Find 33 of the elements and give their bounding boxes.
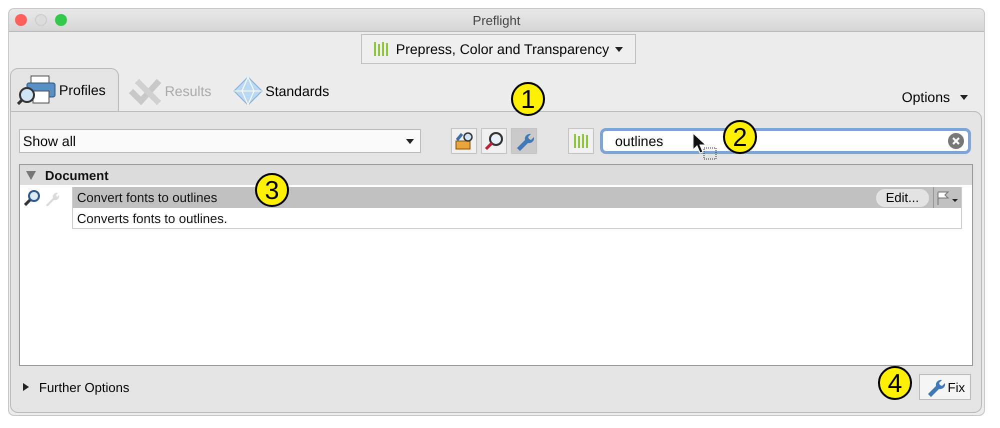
disclosure-icon bbox=[23, 383, 29, 391]
edit-button[interactable]: Edit... bbox=[876, 188, 929, 206]
cursor-icon bbox=[692, 132, 718, 160]
magnifier-icon bbox=[24, 190, 40, 206]
search-button[interactable] bbox=[481, 128, 507, 154]
toolbox-button[interactable] bbox=[451, 128, 477, 154]
tab[interactable]: Profiles bbox=[10, 68, 119, 111]
fix-button[interactable]: Fix bbox=[918, 374, 971, 400]
caret-icon bbox=[960, 94, 968, 100]
filter-dropdown[interactable]: Show all bbox=[19, 129, 421, 153]
library-icon bbox=[573, 133, 589, 149]
disclosure-icon[interactable] bbox=[26, 170, 36, 180]
preset-dropdown[interactable]: Prepress, Color and Transparency bbox=[360, 34, 636, 64]
group-label: Document bbox=[45, 168, 109, 182]
library-button[interactable] bbox=[568, 128, 594, 154]
further-options-toggle[interactable]: Further Options bbox=[19, 378, 136, 396]
printer-icon bbox=[17, 75, 57, 105]
diamond-icon bbox=[233, 76, 264, 106]
caret-icon bbox=[406, 138, 414, 144]
magnifier-icon bbox=[484, 131, 504, 151]
options-menu[interactable]: Options bbox=[896, 88, 974, 106]
library-icon bbox=[374, 42, 390, 56]
zoom-button[interactable] bbox=[55, 14, 67, 26]
check-cross-icon bbox=[128, 77, 163, 105]
fixup-description: Converts fonts to outlines. bbox=[76, 210, 228, 228]
tab[interactable]: Standards bbox=[227, 71, 342, 111]
close-button[interactable] bbox=[15, 14, 27, 26]
clear-icon[interactable] bbox=[948, 133, 964, 149]
flag-dropdown[interactable] bbox=[933, 187, 961, 208]
caret-icon bbox=[615, 46, 624, 52]
toolbox-icon bbox=[454, 131, 474, 151]
window-title: Preflight bbox=[472, 12, 520, 28]
wrench-icon bbox=[44, 190, 60, 206]
